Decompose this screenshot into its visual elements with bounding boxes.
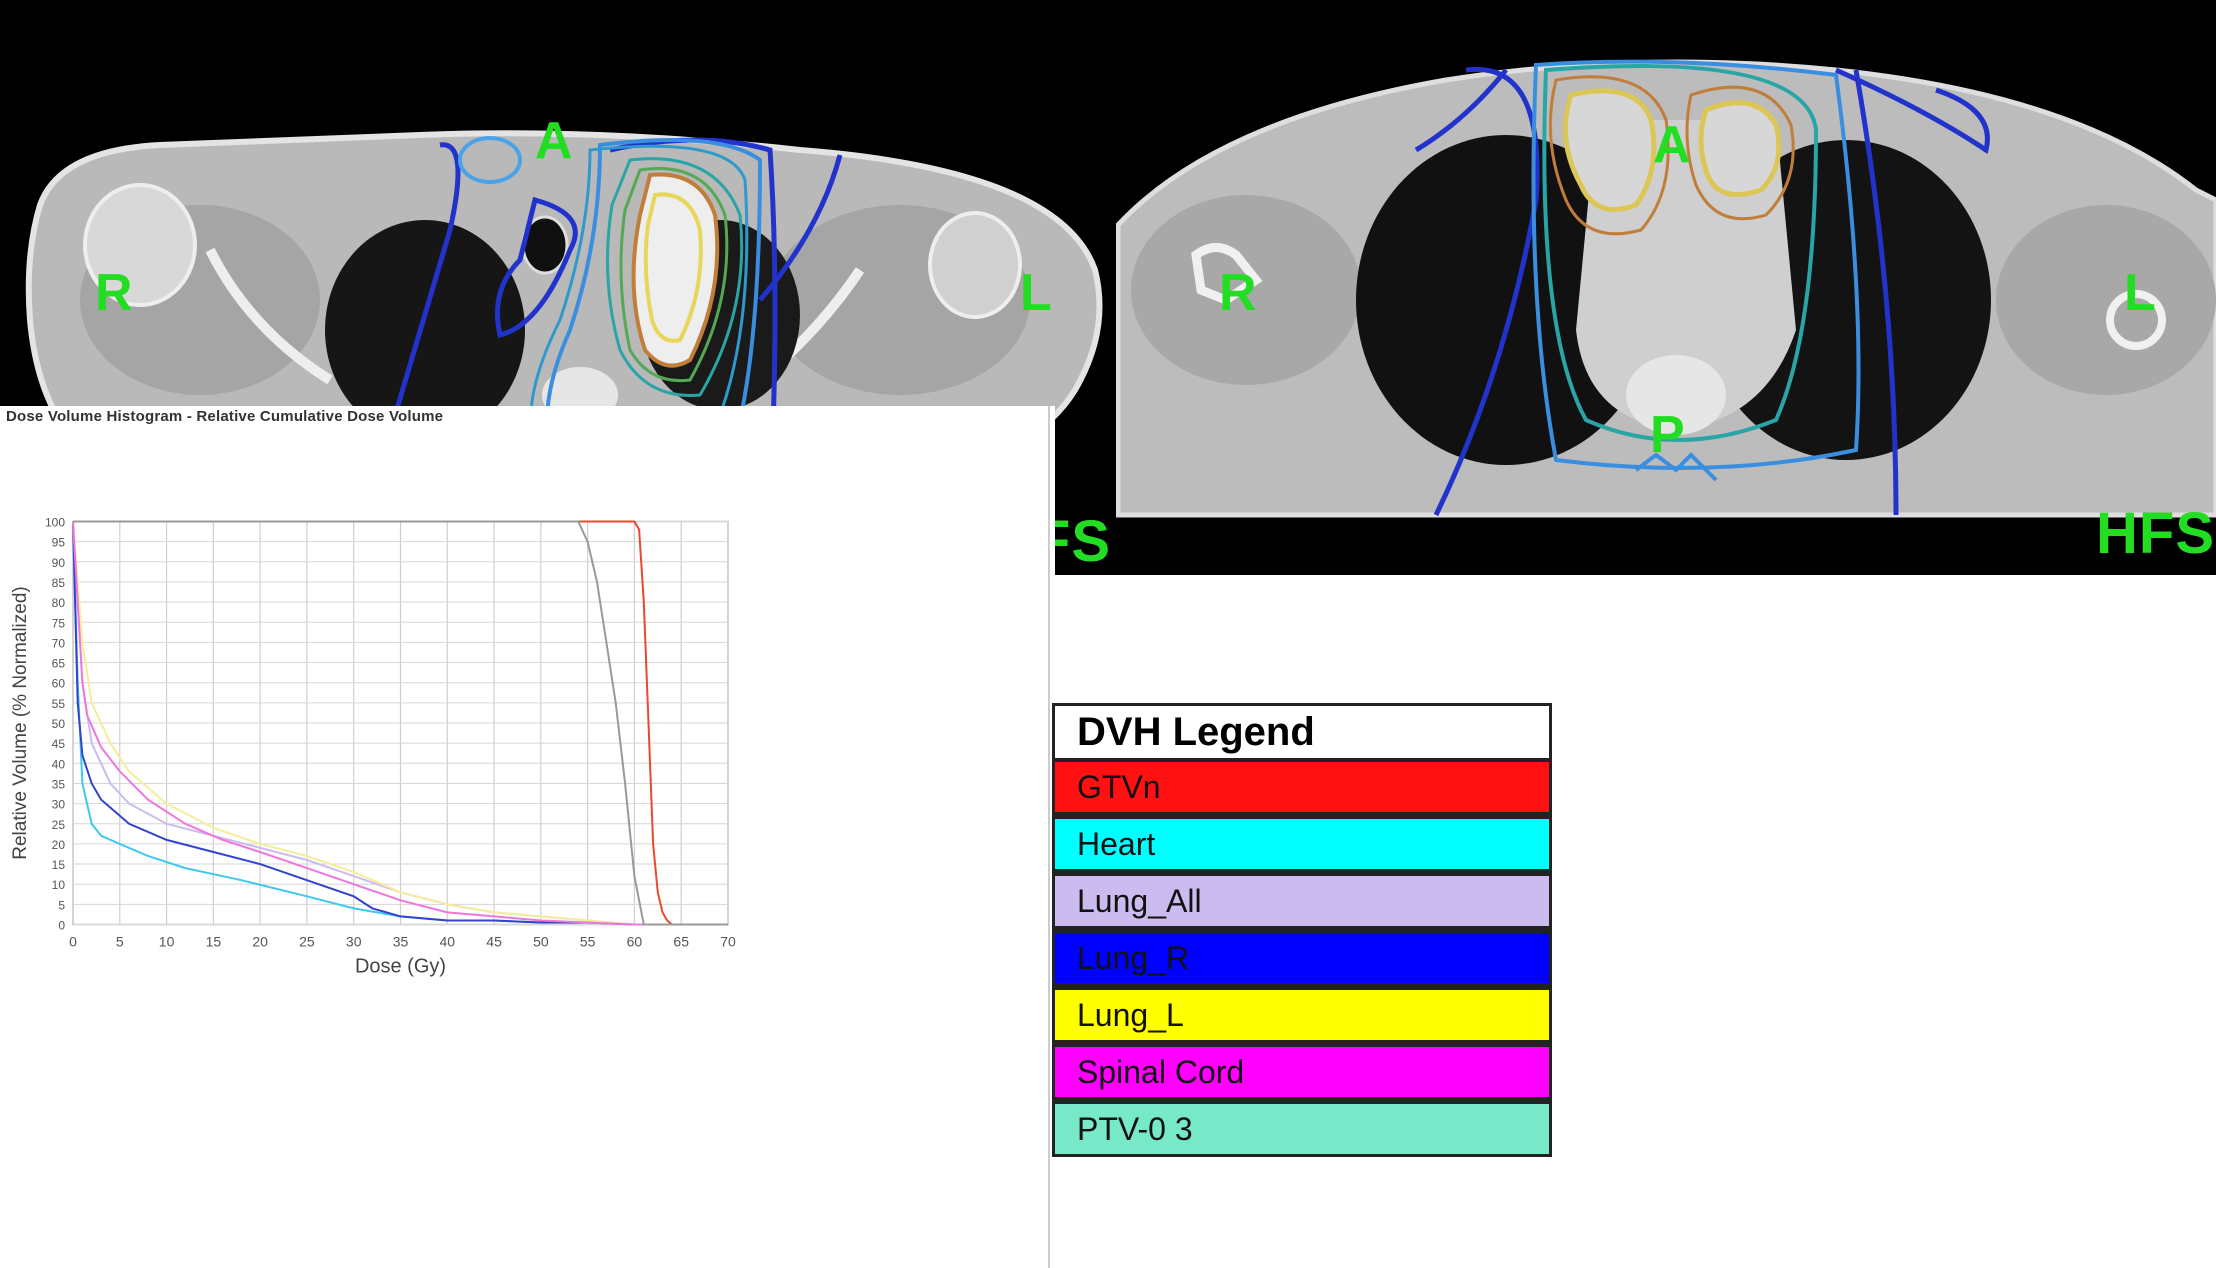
y-tick-label: 40: [52, 757, 66, 771]
y-tick-label: 20: [52, 838, 66, 852]
legend-item-label: PTV-0 3: [1077, 1111, 1193, 1147]
orientation-label-anterior: A: [535, 112, 573, 170]
legend-item-label: Spinal Cord: [1077, 1054, 1245, 1090]
orientation-hfs-right: HFS: [2096, 501, 2215, 566]
legend-item-spinal-cord: Spinal Cord: [1055, 1047, 1549, 1097]
x-tick-label: 65: [673, 934, 689, 950]
y-axis-label: Relative Volume (% Normalized): [10, 586, 31, 860]
y-tick-label: 55: [52, 697, 66, 711]
y-tick-label: 75: [52, 616, 66, 630]
x-tick-label: 55: [580, 934, 596, 950]
x-tick-label: 5: [116, 934, 124, 950]
legend-item-label: Lung_All: [1077, 883, 1202, 919]
y-tick-label: 45: [52, 737, 66, 751]
y-tick-label: 10: [52, 878, 66, 892]
orientation-label-posterior: P: [1650, 406, 1685, 464]
y-tick-label: 95: [52, 536, 66, 550]
x-tick-label: 70: [720, 934, 736, 950]
legend-item-label: Lung_L: [1077, 997, 1184, 1033]
x-tick-label: 20: [252, 934, 268, 950]
y-tick-label: 15: [52, 858, 66, 872]
x-tick-label: 0: [69, 934, 77, 950]
legend-item-lung-r: Lung_R: [1055, 933, 1549, 983]
legend-item-lung-l: Lung_L: [1055, 990, 1549, 1040]
y-tick-label: 25: [52, 818, 66, 832]
x-tick-label: 40: [439, 934, 455, 950]
x-tick-label: 35: [393, 934, 409, 950]
x-tick-label: 60: [627, 934, 643, 950]
orientation-label-anterior: A: [1653, 116, 1691, 174]
y-tick-label: 35: [52, 777, 66, 791]
y-tick-label: 90: [52, 556, 66, 570]
x-tick-label: 15: [206, 934, 222, 950]
ct-slice-right: A R L P: [1116, 59, 2216, 518]
orientation-label-left: L: [2124, 264, 2156, 322]
x-axis-label: Dose (Gy): [355, 956, 446, 978]
y-tick-label: 65: [52, 657, 66, 671]
dvh-plot: 0 5 10 15 20 25 30 35 40 45 50 55 60 65 70 0 5 10 15 20 25 30…: [10, 516, 736, 978]
legend-item-gtvn: GTVn: [1055, 762, 1549, 812]
legend-item-ptv: PTV-0 3: [1055, 1104, 1549, 1154]
orientation-label-left: L: [1020, 264, 1052, 322]
legend-item-heart: Heart: [1055, 819, 1549, 869]
y-tick-label: 100: [45, 516, 65, 530]
legend-item-label: Lung_R: [1077, 940, 1190, 976]
y-tick-label: 70: [52, 636, 66, 650]
y-tick-label: 5: [58, 898, 65, 912]
dvh-chart: Dose Volume Histogram - Relative Cumulat…: [0, 406, 1055, 1268]
orientation-label-right: R: [1219, 264, 1257, 322]
y-tick-label: 85: [52, 576, 66, 590]
y-tick-label: 60: [52, 677, 66, 691]
x-tick-label: 45: [486, 934, 502, 950]
y-tick-label: 50: [52, 717, 66, 731]
dvh-legend: DVH Legend GTVn Heart Lung_All Lung_R Lu…: [1052, 703, 1552, 1157]
y-tick-label: 80: [52, 596, 66, 610]
orientation-label-right: R: [95, 264, 133, 322]
y-tick-label: 0: [58, 919, 65, 933]
y-tick-label: 30: [52, 798, 66, 812]
legend-item-label: Heart: [1077, 826, 1156, 862]
legend-item-lung-all: Lung_All: [1055, 876, 1549, 926]
legend-item-label: GTVn: [1077, 769, 1161, 805]
x-tick-label: 25: [299, 934, 315, 950]
x-tick-label: 30: [346, 934, 362, 950]
x-tick-label: 10: [159, 934, 175, 950]
legend-title: DVH Legend: [1055, 706, 1549, 758]
x-tick-label: 50: [533, 934, 549, 950]
